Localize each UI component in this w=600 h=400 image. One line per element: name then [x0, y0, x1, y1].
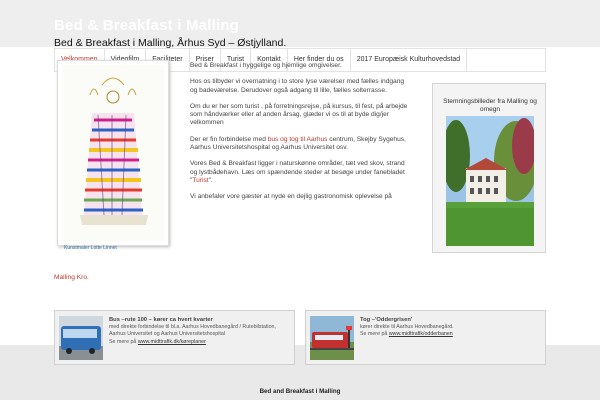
bus-more: Se mere på www.midttrafik.dk/køreplaner — [109, 339, 291, 346]
footer-text: Bed and Breakfast i Malling — [259, 388, 341, 395]
intro-text: Bed & Breakfast i hyggelige og hjemlige … — [190, 62, 412, 210]
side-gallery-box: Stemningsbilleder fra Malling og omegn — [432, 83, 546, 253]
intro-paragraph: Bed & Breakfast i hyggelige og hjemlige … — [190, 62, 342, 69]
text: Der er fin forbindelse med — [190, 135, 268, 143]
manor-photo[interactable] — [446, 116, 534, 246]
intro-paragraph: Hos os tilbyder vi overnatning i to stor… — [190, 78, 405, 94]
site-title[interactable]: Bed & Breakfast i Malling — [54, 17, 239, 34]
text: ". — [208, 176, 213, 184]
intro-paragraph: Om du er her som turist , på forretnings… — [190, 102, 408, 127]
turist-link[interactable]: Turist — [192, 177, 208, 184]
artwork-caption: Kunstmaler Lotte Linnet — [64, 245, 117, 251]
bus-description: med direkte forbindelse til bl.a. Aarhus… — [109, 324, 276, 338]
intro-paragraph: Vi anbefaler vore gæster at nyde en dejl… — [190, 193, 392, 201]
train-info-text: Tog –'Oddergrisen' kører direkte til Aar… — [360, 317, 542, 339]
page-heading: Bed & Breakfast i Malling, Århus Syd – Ø… — [54, 37, 287, 49]
intro-paragraph: Vores Bed & Breakfast ligger i naturskøn… — [190, 160, 412, 185]
text: Se mere på — [109, 338, 138, 345]
bus-info-box: Bus –rute 100 – kører ca hvert kvarter m… — [54, 310, 295, 365]
site-footer: Bed and Breakfast i Malling — [0, 380, 600, 400]
malling-kro-link[interactable]: Malling Kro. — [54, 274, 89, 281]
bus-photo — [59, 316, 103, 360]
text: Vores Bed & Breakfast ligger i naturskøn… — [190, 160, 405, 184]
intro-paragraph: Der er fin forbindelse med bus og tog ti… — [190, 136, 412, 153]
train-info-box: Tog –'Oddergrisen' kører direkte til Aar… — [305, 310, 546, 365]
bus-train-link[interactable]: bus og tog til Aarhus — [268, 136, 328, 143]
train-photo — [310, 316, 354, 360]
bus-timetable-link[interactable]: www.midttrafik.dk/køreplaner — [138, 339, 206, 345]
text: Se mere på — [360, 331, 389, 338]
side-gallery-title: Stemningsbilleder fra Malling og omegn — [443, 98, 537, 113]
artwork-image — [57, 60, 169, 246]
train-timetable-link[interactable]: www.midttrafik/odderbanen — [389, 331, 453, 337]
bus-info-text: Bus –rute 100 – kører ca hvert kvarter m… — [109, 317, 291, 346]
train-more: Se mere på www.midttrafik/odderbanen — [360, 331, 542, 338]
